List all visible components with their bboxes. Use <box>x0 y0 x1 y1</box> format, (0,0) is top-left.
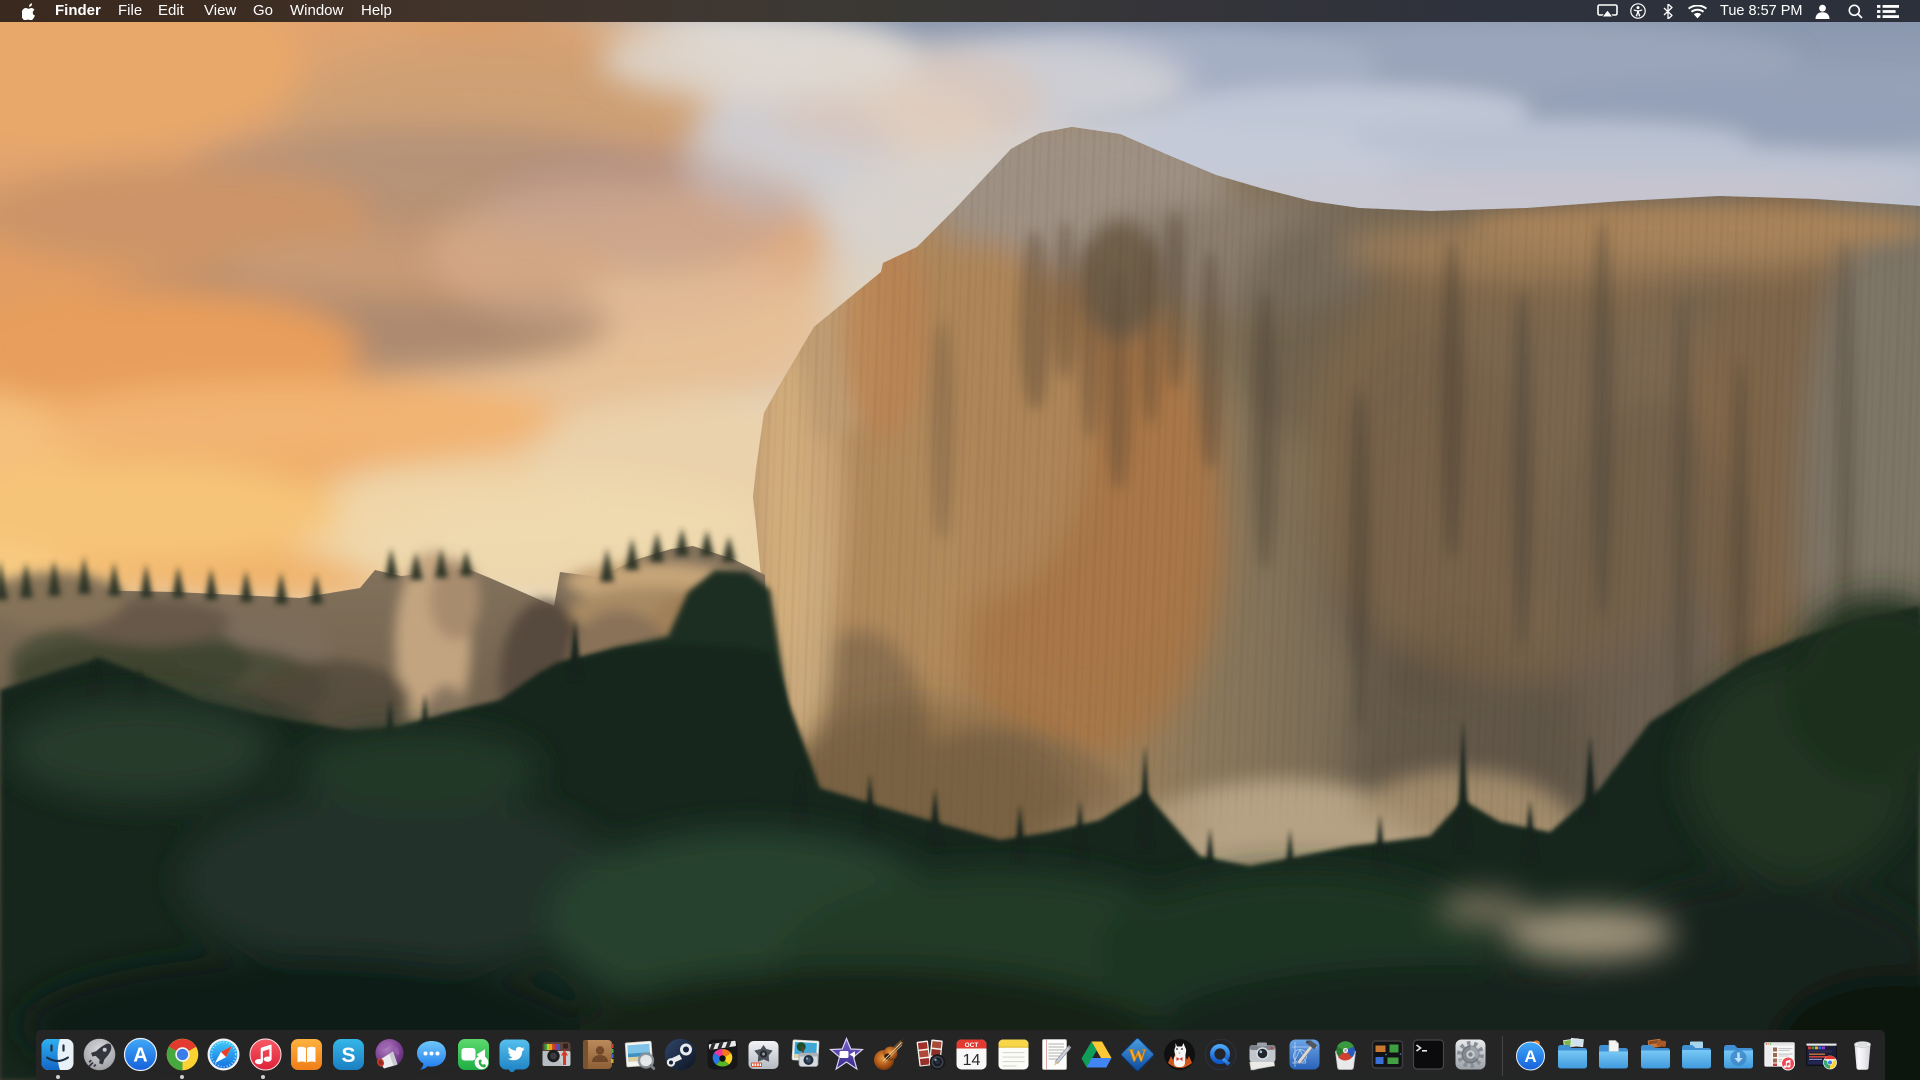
svg-text:A: A <box>133 1045 147 1067</box>
svg-text:14: 14 <box>963 1052 981 1069</box>
svg-text:W: W <box>1129 1046 1147 1066</box>
svg-text:S: S <box>341 1044 355 1067</box>
svg-text:A: A <box>1525 1047 1537 1066</box>
svg-text:OCT: OCT <box>965 1042 979 1049</box>
